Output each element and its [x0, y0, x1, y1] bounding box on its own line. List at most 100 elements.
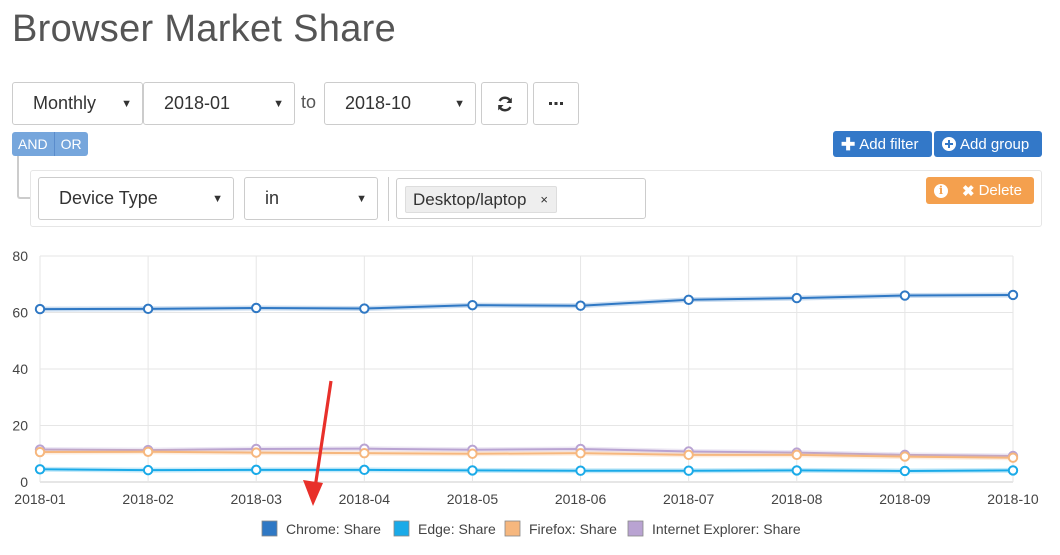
data-point [683, 465, 694, 476]
data-point [251, 302, 262, 314]
legend-swatch [627, 520, 644, 537]
x-tick-label: 2018-07 [663, 491, 715, 507]
remove-tag-icon[interactable]: × [540, 192, 548, 207]
chevron-down-icon: ▼ [273, 97, 284, 110]
series-chrome-share [34, 289, 1019, 315]
value-tag-label: Desktop/laptop [413, 189, 527, 209]
x-tick-label: 2018-03 [231, 491, 283, 507]
more-options-button[interactable] [533, 82, 579, 125]
data-point [359, 303, 370, 314]
data-point [791, 465, 802, 476]
rule-divider [388, 177, 389, 221]
data-point [1007, 452, 1019, 463]
data-point [34, 303, 46, 315]
data-point [575, 300, 586, 311]
x-axis: 2018-01 2018-02 2018-03 2018-04 2018-05 2018-… [14, 491, 1039, 507]
data-point [142, 446, 154, 457]
field-value: Device Type [59, 188, 158, 208]
data-point [467, 465, 478, 476]
line-chart: 020406080 2018-01 2018-02 2018-03 2018-04 20… [12, 248, 1039, 537]
data-point [575, 447, 586, 459]
refresh-icon [497, 96, 512, 111]
legend-label: Edge: Share [418, 521, 496, 537]
plus-icon: ✚ [841, 134, 856, 154]
data-point [142, 303, 154, 315]
value-tag-input[interactable]: Desktop/laptop × [396, 178, 646, 219]
data-point [142, 464, 154, 476]
data-point [899, 290, 911, 301]
chart-series [34, 289, 1019, 477]
data-point [791, 292, 802, 304]
data-point [359, 464, 370, 476]
add-group-label: Add group [960, 135, 1030, 153]
chevron-down-icon: ▼ [454, 97, 465, 110]
operator-value: in [265, 188, 280, 208]
delete-label: ✖ Delete [962, 182, 1022, 200]
plus-circle-icon [942, 137, 956, 151]
legend-label: Firefox: Share [529, 521, 617, 537]
chevron-down-icon: ▼ [212, 192, 223, 205]
x-tick-label: 2018-02 [122, 491, 174, 507]
delete-rule-button[interactable]: i ✖ Delete [926, 177, 1034, 204]
legend-label: Internet Explorer: Share [652, 521, 801, 537]
add-filter-button[interactable]: ✚ Add filter [833, 131, 932, 157]
x-tick-label: 2018-04 [339, 491, 391, 507]
y-tick-label: 80 [12, 248, 28, 264]
legend-item[interactable]: Edge: Share [393, 520, 496, 537]
data-point [34, 464, 46, 475]
legend-swatch [393, 520, 410, 537]
field-select[interactable]: Device Type ▼ [38, 177, 234, 220]
x-tick-label: 2018-08 [771, 491, 823, 507]
x-tick-label: 2018-10 [987, 491, 1039, 507]
operator-select[interactable]: in ▼ [244, 177, 378, 220]
data-point [683, 449, 694, 461]
data-point [1007, 289, 1019, 301]
ellipsis-icon [549, 101, 563, 105]
data-point [899, 465, 911, 477]
x-tick-label: 2018-05 [447, 491, 499, 507]
legend-item[interactable]: Internet Explorer: Share [627, 520, 801, 537]
info-icon: i [934, 183, 948, 198]
data-point [791, 449, 802, 461]
annotation-arrow [303, 380, 333, 506]
legend-item[interactable]: Chrome: Share [261, 520, 381, 537]
series-edge-share [34, 464, 1019, 477]
granularity-value: Monthly [33, 93, 97, 113]
x-tick-label: 2018-01 [14, 491, 66, 507]
close-icon: ✖ [962, 182, 975, 200]
add-group-button[interactable]: Add group [934, 131, 1042, 157]
granularity-select[interactable]: Monthly ▼ [12, 82, 143, 125]
legend-swatch [261, 520, 278, 537]
data-point [251, 464, 262, 476]
refresh-button[interactable] [481, 82, 528, 125]
data-point [34, 446, 46, 458]
legend-item[interactable]: Firefox: Share [504, 520, 617, 537]
data-point [1007, 465, 1019, 476]
from-date-value: 2018-01 [164, 93, 231, 113]
from-date-select[interactable]: 2018-01 ▼ [143, 82, 295, 125]
and-button[interactable]: AND [12, 132, 54, 156]
y-tick-label: 60 [12, 305, 28, 321]
to-date-value: 2018-10 [345, 93, 412, 113]
y-tick-label: 0 [20, 474, 28, 490]
legend-label: Chrome: Share [286, 521, 381, 537]
delete-text: Delete [978, 182, 1022, 199]
data-point [251, 447, 262, 458]
x-tick-label: 2018-06 [555, 491, 607, 507]
y-tick-label: 20 [12, 418, 28, 434]
data-point [683, 294, 694, 305]
chevron-down-icon: ▼ [121, 97, 132, 110]
and-or-toggle: AND OR [12, 132, 88, 156]
y-tick-label: 40 [12, 361, 28, 377]
y-axis: 0 20 40 60 80 [12, 248, 28, 490]
or-button[interactable]: OR [53, 132, 88, 156]
to-label: to [301, 92, 317, 112]
chevron-down-icon: ▼ [356, 192, 367, 205]
data-point [899, 451, 911, 462]
value-tag: Desktop/laptop × [405, 186, 557, 213]
legend-swatch [504, 520, 521, 537]
chart-legend: Chrome: Share Edge: Share Firefox: Share In… [261, 520, 801, 537]
add-filter-label: Add filter [859, 135, 919, 153]
page-title: Browser Market Share [12, 8, 397, 50]
to-date-select[interactable]: 2018-10 ▼ [324, 82, 476, 125]
